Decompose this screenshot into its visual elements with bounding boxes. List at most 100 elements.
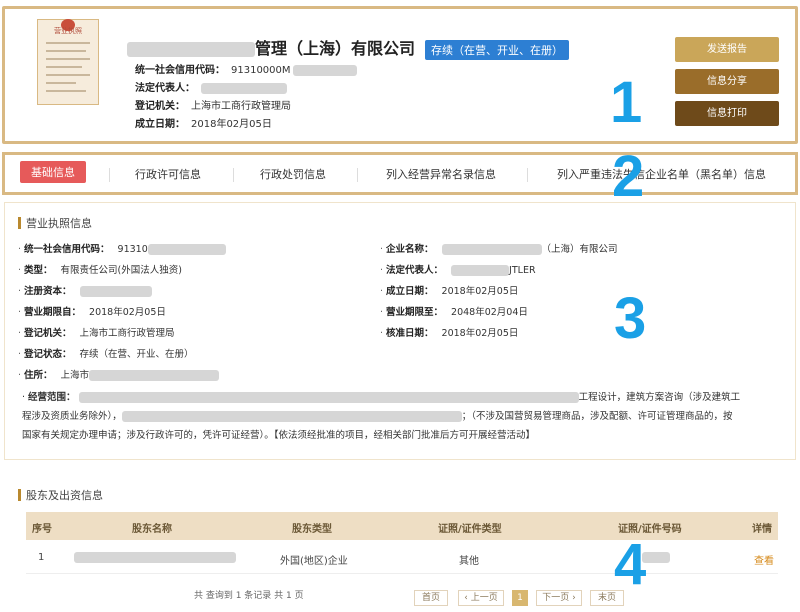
field-label: 类型： [24,265,53,276]
field-approved: 核准日期： 2018年02月05日 [380,325,518,339]
tab-admin-license[interactable]: 行政许可信息 [135,166,201,182]
pager-next[interactable]: 下一页 › [536,590,582,606]
shareholder-section-title: 股东及出资信息 [18,487,103,503]
redacted-value [89,370,220,381]
field-value: 2018年02月05日 [441,286,519,297]
pager-prev[interactable]: ‹ 上一页 [458,590,504,606]
company-name: 管理（上海）有限公司 存续（在营、开业、在册） [127,35,570,60]
credit-code-row: 统一社会信用代码： 91310000M [135,61,357,76]
redacted-scope [121,411,462,422]
field-company-name: 企业名称： （上海）有限公司 [380,241,618,255]
business-scope: · 经营范围： 工程设计，建筑方案咨询（涉及建筑工 程涉及资质业务除外）， ；（不… [22,388,778,445]
annotation-2: 2 [612,144,645,209]
send-report-button[interactable]: 发送报告 [675,37,779,62]
redacted-value [79,286,152,297]
status-badge: 存续（在营、开业、在册） [425,39,570,60]
field-authority: 登记机关： 上海市工商行政管理局 [18,325,175,339]
field-label: 法定代表人： [386,265,444,276]
pager-current[interactable]: 1 [512,590,528,606]
scope-text: ；（不涉及国营贸易管理商品，涉及配额、许可证管理商品的，按 [461,411,733,422]
field-label: 成立日期： [386,286,434,297]
field-label: 住所： [24,370,53,381]
row-index: 1 [38,552,45,563]
reg-authority-label: 登记机关： [135,101,185,112]
scope-text: 工程设计，建筑方案咨询（涉及建筑工 [578,392,741,403]
field-value: 存续（在营、开业、在册） [79,349,194,360]
field-type: 类型： 有限责任公司(外国法人独资) [18,262,182,276]
field-value: （上海）有限公司 [541,244,618,255]
company-header-card: 营业执照 管理（上海）有限公司 存续（在营、开业、在册） 统一社会信用代码： 913… [2,6,798,144]
legal-rep-label: 法定代表人： [135,83,195,94]
share-button[interactable]: 信息分享 [675,69,779,94]
field-label: 营业期限至： [386,307,444,318]
established-value: 2018年02月05日 [191,119,272,130]
pager-summary: 共 查询到 1 条记录 共 1 页 [194,591,304,601]
field-capital: 注册资本： [18,283,152,297]
tab-basic-info[interactable]: 基础信息 [20,161,86,183]
field-label: 企业名称： [386,244,434,255]
scope-line-3: 国家有关规定办理申请；涉及行政许可的，凭许可证经营）。【依法须经批准的项目，经相… [22,430,536,441]
field-label: 注册资本： [24,286,72,297]
reg-authority-row: 登记机关： 上海市工商行政管理局 [135,97,291,112]
redacted-scope [78,392,579,403]
row-type: 外国(地区)企业 [280,556,348,567]
field-label: 登记机关： [24,328,72,339]
redacted-value [451,265,510,276]
field-label: 核准日期： [386,328,434,339]
field-value: 2048年02月04日 [451,307,528,318]
field-label: 统一社会信用代码： [24,244,110,255]
col-index: 序号 [32,524,52,535]
col-id-type: 证照/证件类型 [438,524,502,535]
scope-label: 经营范围： [28,392,76,403]
field-label: 登记状态： [24,349,72,360]
field-value: 上海市工商行政管理局 [79,328,175,339]
field-value: 上海市 [60,370,90,381]
info-tabs: 基础信息 行政许可信息 行政处罚信息 列入经营异常名录信息 列入严重违法失信企业… [2,152,798,195]
redacted-value [147,244,226,255]
license-title: 营业执照 [54,27,82,35]
row-name [74,552,236,564]
business-license-thumbnail[interactable]: 营业执照 [37,19,99,105]
redacted-value [441,244,542,255]
legal-rep-row: 法定代表人： [135,79,287,94]
col-type: 股东类型 [292,524,332,535]
credit-code-value: 91310000M [231,65,291,76]
tab-blacklist[interactable]: 列入严重违法失信企业名单（黑名单）信息 [557,166,766,182]
field-value: JTLER [509,265,536,276]
field-credit-code: 统一社会信用代码： 91310 [18,241,226,255]
annotation-4: 4 [614,532,647,597]
field-value: 2018年02月05日 [441,328,519,339]
scope-line-2: 程涉及资质业务除外）， ；（不涉及国营贸易管理商品，涉及配额、许可证管理商品的，按 [22,407,778,426]
field-reg-status: 登记状态： 存续（在营、开业、在册） [18,346,194,360]
row-id-type: 其他 [459,556,479,567]
field-value: 91310 [117,244,148,255]
credit-code-label: 统一社会信用代码： [135,65,225,76]
field-legal-rep: 法定代表人： JTLER [380,262,536,276]
field-label: 营业期限自： [24,307,82,318]
field-value: 有限责任公司(外国法人独资) [60,265,182,276]
field-term-to: 营业期限至： 2048年02月04日 [380,304,528,318]
col-name: 股东名称 [132,524,172,535]
print-button[interactable]: 信息打印 [675,101,779,126]
redacted-credit-code [292,64,357,76]
annotation-3: 3 [614,286,647,351]
tab-abnormal-list[interactable]: 列入经营异常名录信息 [386,166,496,182]
company-name-suffix: 管理（上海）有限公司 [255,39,416,58]
col-detail: 详情 [752,524,772,535]
reg-authority-value: 上海市工商行政管理局 [191,101,291,112]
annotation-1: 1 [610,70,643,135]
established-row: 成立日期： 2018年02月05日 [135,115,272,130]
established-label: 成立日期： [135,119,185,130]
view-detail-link[interactable]: 查看 [754,552,774,567]
scope-line-1: · 经营范围： 工程设计，建筑方案咨询（涉及建筑工 [22,392,741,403]
pager-first[interactable]: 首页 [414,590,448,606]
redacted-company-name [127,42,255,57]
field-established: 成立日期： 2018年02月05日 [380,283,518,297]
field-value: 2018年02月05日 [89,307,166,318]
field-address: 住所： 上海市 [18,367,220,381]
tab-admin-penalty[interactable]: 行政处罚信息 [260,166,326,182]
redacted-legal-rep [201,82,287,94]
license-section-title: 营业执照信息 [18,215,92,231]
redacted-name [74,552,236,563]
scope-text: 程涉及资质业务除外）， [22,411,122,422]
